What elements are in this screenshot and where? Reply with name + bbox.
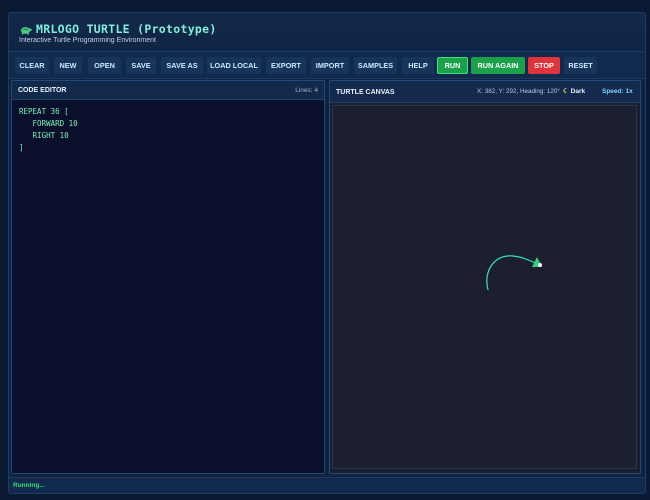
help-button[interactable]: HELP [402, 57, 434, 74]
code-editor-title: CODE EDITOR [18, 87, 67, 94]
code-editor-panel: CODE EDITOR Lines: 4 REPEAT 36 [ FORWARD… [11, 80, 325, 474]
turtle-canvas-title: TURTLE CANVAS [336, 89, 395, 96]
moon-icon: ☾ [563, 88, 569, 95]
app-window: MRLOGO TURTLE (Prototype) Interactive Tu… [8, 12, 646, 494]
code-line: ] [19, 143, 24, 152]
save-button[interactable]: SAVE [126, 57, 156, 74]
stop-button[interactable]: STOP [528, 57, 560, 74]
theme-toggle[interactable]: ☾ Dark [563, 87, 585, 95]
turtle-drawing [486, 255, 542, 291]
new-button[interactable]: NEW [54, 57, 82, 74]
clear-button[interactable]: CLEAR [15, 57, 49, 74]
turtle-head [538, 263, 542, 267]
code-line: RIGHT 10 [19, 131, 69, 140]
samples-button[interactable]: SAMPLES [354, 57, 397, 74]
theme-label: Dark [570, 88, 586, 95]
turtle-canvas-panel: TURTLE CANVAS X: 382, Y: 292, Heading: 1… [329, 80, 641, 474]
turtle-canvas[interactable] [332, 105, 637, 469]
status-text: Running... [13, 482, 45, 489]
load-local-button[interactable]: LOAD LOCAL [207, 57, 261, 74]
reset-button[interactable]: RESET [564, 57, 597, 74]
code-editor-header: CODE EDITOR Lines: 4 [12, 81, 324, 100]
app-title: MRLOGO TURTLE (Prototype) [36, 22, 217, 36]
toolbar: CLEAR NEW OPEN SAVE SAVE AS LOAD LOCAL E… [9, 51, 645, 79]
status-bar: Running... [9, 477, 645, 493]
lines-count: Lines: 4 [295, 87, 318, 94]
code-line: REPEAT 36 [ [19, 107, 69, 116]
app-header: MRLOGO TURTLE (Prototype) Interactive Tu… [9, 13, 645, 51]
import-button[interactable]: IMPORT [311, 57, 349, 74]
code-editor[interactable]: REPEAT 36 [ FORWARD 10 RIGHT 10 ] [12, 101, 324, 473]
turtle-path [486, 255, 538, 291]
turtle-canvas-header: TURTLE CANVAS X: 382, Y: 292, Heading: 1… [330, 81, 640, 103]
app-subtitle: Interactive Turtle Programming Environme… [19, 37, 156, 44]
run-again-button[interactable]: RUN AGAIN [471, 57, 525, 74]
open-button[interactable]: OPEN [88, 57, 121, 74]
save-as-button[interactable]: SAVE AS [161, 57, 203, 74]
export-button[interactable]: EXPORT [266, 57, 306, 74]
turtle-coordinates: X: 382, Y: 292, Heading: 120° [477, 88, 560, 95]
turtle-icon [20, 27, 32, 35]
run-button[interactable]: RUN [437, 57, 468, 74]
speed-indicator[interactable]: Speed: 1x [602, 88, 633, 95]
code-line: FORWARD 10 [19, 119, 78, 128]
